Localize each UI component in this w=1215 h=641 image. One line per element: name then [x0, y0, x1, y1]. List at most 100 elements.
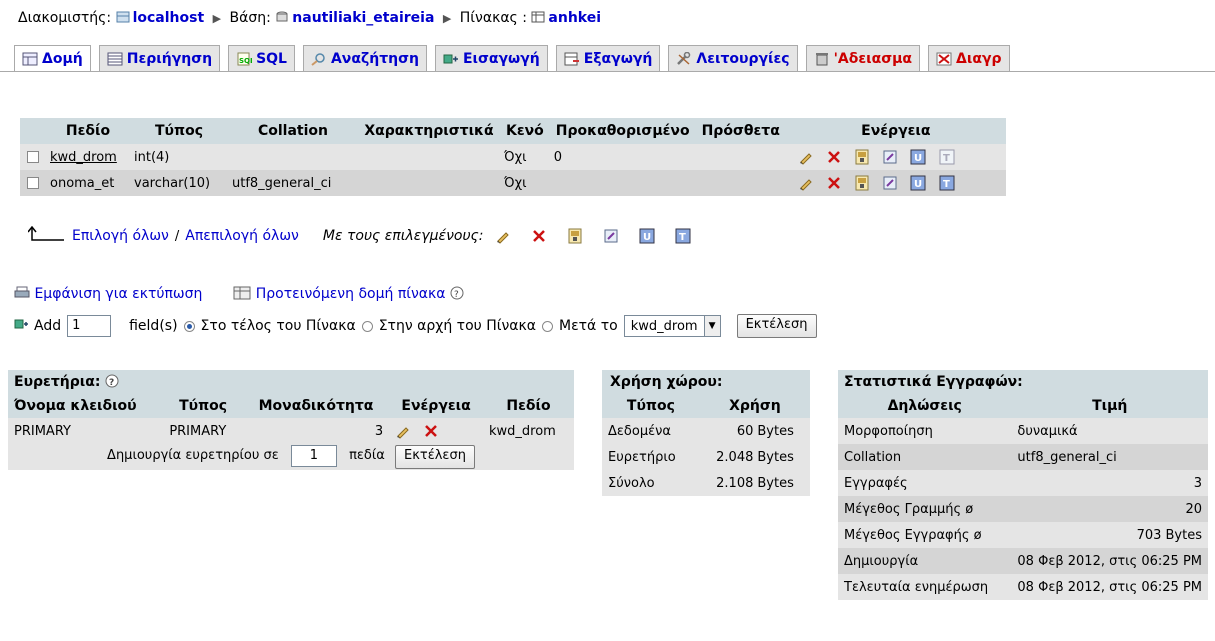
stat-label: Μέγεθος Εγγραφής ø — [838, 522, 1012, 548]
tab-drop[interactable]: Διαγρ — [928, 45, 1010, 71]
check-all-link[interactable]: Επιλογή όλων — [72, 228, 169, 244]
separator: / — [174, 228, 180, 244]
delete-x-icon[interactable] — [826, 175, 842, 191]
index-icon[interactable] — [882, 175, 898, 191]
stat-value: 20 — [1011, 496, 1208, 522]
space-unit: Bytes — [755, 444, 810, 470]
table-row: Μορφοποίηση δυναμικά — [838, 418, 1208, 444]
uncheck-all-link[interactable]: Απεπιλογή όλων — [185, 228, 299, 244]
index-columns-input[interactable]: 1 — [290, 445, 337, 467]
column-header: Τύπος — [163, 394, 243, 418]
after-field-select[interactable]: kwd_drom ▼ — [623, 315, 721, 337]
column-header: Πρόσθετα — [695, 118, 786, 144]
stat-value: 3 — [1011, 470, 1208, 496]
at-begin-radio[interactable] — [361, 320, 373, 332]
fulltext-icon[interactable]: T — [675, 228, 691, 244]
field-count-input[interactable]: 1 — [67, 315, 112, 337]
db-link[interactable]: nautiliaki_etaireia — [292, 10, 434, 26]
edit-pencil-icon[interactable] — [798, 175, 814, 191]
tab-insert[interactable]: Εισαγωγή — [434, 45, 548, 71]
at-end-radio[interactable] — [183, 320, 195, 332]
create-index-go-button[interactable]: Εκτέλεση — [395, 445, 475, 469]
table-row: Εγγραφές 3 — [838, 470, 1208, 496]
index-icon[interactable] — [882, 149, 898, 165]
row-checkbox[interactable] — [27, 151, 39, 163]
index-key-name: PRIMARY — [8, 418, 164, 444]
server-link[interactable]: localhost — [133, 10, 205, 26]
field-name-link[interactable]: kwd_drom — [50, 150, 117, 165]
tab-label: Περιήγηση — [126, 50, 213, 67]
after-label: Μετά το — [558, 318, 618, 334]
table-row: Collation utf8_general_ci — [838, 444, 1208, 470]
tab-sql[interactable]: SQL SQL — [228, 45, 295, 71]
fulltext-icon[interactable]: T — [939, 175, 955, 191]
field-name[interactable]: onoma_et — [46, 170, 130, 196]
row-checkbox[interactable] — [27, 177, 39, 189]
stat-value: 08 Φεβ 2012, στις 06:25 PM — [1011, 574, 1208, 600]
edit-pencil-icon[interactable] — [495, 228, 511, 244]
db-label: Βάση: — [229, 10, 271, 26]
propose-structure-icon — [233, 286, 251, 302]
column-header: Collation — [228, 118, 358, 144]
unique-icon[interactable]: U — [910, 175, 926, 191]
delete-x-icon[interactable] — [423, 423, 439, 439]
index-icon[interactable] — [603, 228, 619, 244]
field-type: varchar(10) — [130, 170, 228, 196]
table-link[interactable]: anhkei — [548, 10, 601, 26]
help-icon[interactable]: ? — [450, 286, 464, 302]
unique-icon[interactable]: U — [910, 149, 926, 165]
row-actions: U T — [785, 170, 1006, 196]
primary-key-icon[interactable] — [567, 228, 583, 244]
indexes-table: Ευρετήρια: ? Όνομα κλειδιού Τύπος Μοναδι… — [8, 370, 574, 470]
tab-label: SQL — [256, 50, 287, 67]
table-row: PRIMARY PRIMARY 3 kwd_drom — [8, 418, 574, 444]
delete-x-icon[interactable] — [531, 228, 547, 244]
tab-label: Διαγρ — [956, 50, 1002, 67]
table-row: Μέγεθος Γραμμής ø 20 — [838, 496, 1208, 522]
edit-pencil-icon[interactable] — [395, 423, 411, 439]
primary-key-icon[interactable] — [854, 149, 870, 165]
select-column-header — [20, 118, 46, 144]
svg-text:T: T — [679, 232, 686, 243]
server-icon — [116, 11, 130, 23]
tab-empty[interactable]: 'Αδειασμα — [805, 45, 921, 71]
after-radio[interactable] — [541, 320, 553, 332]
primary-key-icon[interactable] — [854, 175, 870, 191]
tab-browse[interactable]: Περιήγηση — [98, 45, 221, 71]
propose-structure-link[interactable]: Προτεινόμενη δομή πίνακα — [256, 286, 446, 302]
tab-structure[interactable]: Δομή — [14, 45, 91, 71]
column-header: Πεδίο — [46, 118, 130, 144]
space-type: Δεδομένα — [602, 418, 700, 444]
row-statistics-title: Στατιστικά Εγγραφών: — [838, 370, 1208, 394]
sql-icon: SQL — [236, 52, 252, 66]
help-icon[interactable]: ? — [105, 374, 119, 390]
indexes-title: Ευρετήρια: ? — [8, 370, 574, 394]
table-label: Πίνακας : — [459, 10, 527, 26]
unique-icon[interactable]: U — [639, 228, 655, 244]
chevron-down-icon: ▼ — [703, 316, 720, 336]
space-value: 60 — [699, 418, 756, 444]
tab-search[interactable]: Αναζήτηση — [302, 45, 427, 71]
create-index-label: Δημιουργία ευρετηρίου σε — [107, 448, 279, 463]
add-field-go-button[interactable]: Εκτέλεση — [736, 314, 817, 338]
edit-pencil-icon[interactable] — [798, 149, 814, 165]
table-row: Δημιουργία 08 Φεβ 2012, στις 06:25 PM — [838, 548, 1208, 574]
svg-text:T: T — [943, 153, 950, 164]
fulltext-icon[interactable]: T — [939, 149, 955, 165]
arrow-up-left-icon — [27, 225, 66, 246]
print-view-link[interactable]: Εμφάνιση για εκτύπωση — [34, 286, 202, 302]
tab-export[interactable]: Εξαγωγή — [555, 45, 661, 71]
delete-x-icon[interactable] — [826, 149, 842, 165]
field-null: Όχι — [500, 170, 550, 196]
stat-label: Τελευταία ενημέρωση — [838, 574, 1012, 600]
at-end-label: Στο τέλος του Πίνακα — [200, 318, 356, 334]
structure-icon — [22, 52, 38, 66]
space-value: 2.108 — [699, 470, 756, 496]
insert-icon — [443, 52, 459, 66]
column-header: Μοναδικότητα — [242, 394, 390, 418]
column-header: Τύπος — [602, 394, 700, 418]
fields-table: Πεδίο Τύπος Collation Χαρακτηριστικά Κεν… — [20, 118, 1006, 196]
table-row: Δεδομένα 60 Bytes — [602, 418, 810, 444]
tab-operations[interactable]: Λειτουργίες — [668, 45, 798, 71]
column-header: Όνομα κλειδιού — [8, 394, 164, 418]
